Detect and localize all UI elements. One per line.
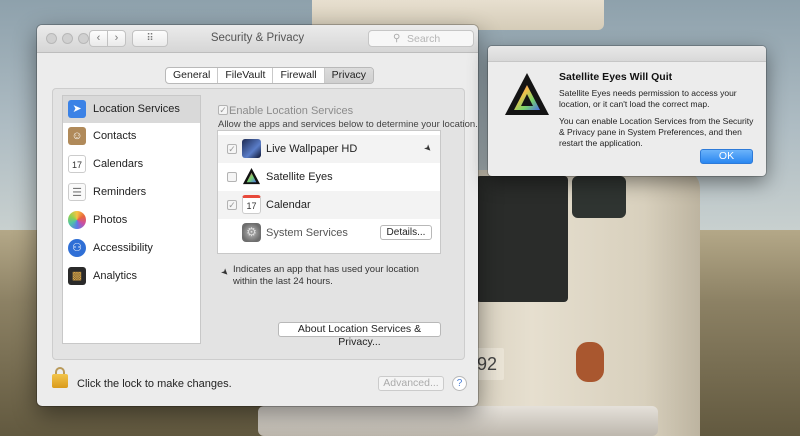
chevron-right-icon: › — [114, 32, 119, 44]
app-label: Satellite Eyes — [266, 171, 333, 183]
sidebar-item-label: Reminders — [93, 186, 147, 198]
van-tail-lamp — [576, 342, 604, 382]
app-label: Calendar — [266, 199, 311, 211]
satellite-eyes-alert: Satellite Eyes Will Quit Satellite Eyes … — [488, 46, 766, 176]
sidebar-item-contacts[interactable]: ☺ Contacts — [63, 123, 200, 150]
sidebar-item-label: Analytics — [93, 270, 138, 282]
recent-use-note: Indicates an app that has used your loca… — [233, 264, 419, 287]
sidebar-item-label: Contacts — [93, 130, 137, 142]
contacts-icon: ☺ — [68, 127, 86, 145]
search-icon: ⚲ — [393, 33, 401, 44]
ok-button[interactable]: OK — [700, 149, 753, 164]
sidebar-item-label: Photos — [93, 214, 128, 226]
app-row-live-wallpaper[interactable]: ✓ Live Wallpaper HD ➤ — [218, 135, 440, 163]
sidebar-item-photos[interactable]: Photos — [63, 207, 200, 234]
chevron-left-icon: ‹ — [96, 32, 101, 44]
zoom-button[interactable] — [78, 33, 89, 44]
van-bumper — [258, 406, 658, 436]
about-location-services-button[interactable]: About Location Services & Privacy... — [278, 322, 441, 348]
calendar-day: 17 — [246, 201, 257, 211]
alert-message: Satellite Eyes needs permission to acces… — [559, 88, 737, 109]
tab-firewall[interactable]: Firewall — [273, 68, 325, 83]
alert-title: Satellite Eyes Will Quit — [559, 71, 673, 83]
location-app-list: ✓ Live Wallpaper HD ➤ Satellite Eyes ✓ 1… — [217, 130, 441, 254]
sidebar-item-label: Location Services — [93, 103, 180, 115]
location-used-arrow-icon: ➤ — [421, 141, 435, 155]
tab-privacy[interactable]: Privacy — [324, 68, 374, 83]
tab-general[interactable]: General — [166, 68, 219, 83]
allow-apps-text: Allow the apps and services below to det… — [218, 119, 478, 130]
help-button[interactable]: ? — [452, 376, 467, 391]
enable-location-label: Enable Location Services — [229, 105, 354, 117]
calendar-icon: 17 — [242, 195, 261, 214]
enable-location-checkbox[interactable]: ✓ — [218, 104, 228, 116]
calendar-icon: 17 — [68, 155, 86, 173]
sidebar-item-label: Accessibility — [93, 242, 153, 254]
app-row-calendar[interactable]: ✓ 17 Calendar — [218, 191, 440, 219]
app-row-satellite-eyes[interactable]: Satellite Eyes — [218, 163, 440, 191]
grid-icon: ⠿ — [146, 33, 154, 44]
details-button[interactable]: Details... — [380, 225, 432, 240]
privacy-sidebar: ➤ Location Services ☺ Contacts 17 Calend… — [62, 95, 201, 344]
app-label: Live Wallpaper HD — [266, 143, 358, 155]
satellite-eyes-icon — [242, 167, 261, 185]
advanced-button[interactable]: Advanced... — [378, 376, 444, 391]
accessibility-icon: ⚇ — [68, 239, 86, 257]
van-window — [572, 176, 626, 218]
alert-informative-text: You can enable Location Services from th… — [559, 116, 754, 148]
tab-bar: General FileVault Firewall Privacy — [165, 67, 375, 84]
satellite-eyes-icon — [505, 73, 549, 115]
search-input[interactable] — [407, 31, 469, 46]
sidebar-item-calendars[interactable]: 17 Calendars — [63, 151, 200, 178]
photos-icon — [68, 211, 86, 229]
sidebar-item-analytics[interactable]: ▩ Analytics — [63, 263, 200, 290]
app-label: System Services — [266, 227, 348, 239]
security-privacy-window: ‹ › ⠿ Security & Privacy ⚲ General FileV… — [37, 25, 478, 406]
app-checkbox[interactable]: ✓ — [227, 144, 237, 154]
sidebar-item-label: Calendars — [93, 158, 144, 170]
calendar-day: 17 — [71, 160, 82, 170]
van-door — [476, 176, 568, 302]
show-all-button[interactable]: ⠿ — [132, 30, 168, 47]
app-checkbox[interactable] — [227, 172, 237, 182]
sidebar-item-accessibility[interactable]: ⚇ Accessibility — [63, 235, 200, 262]
checkbox: ✓ — [218, 105, 228, 116]
minimize-button[interactable] — [62, 33, 73, 44]
back-button[interactable]: ‹ — [89, 30, 108, 47]
sidebar-item-location-services[interactable]: ➤ Location Services — [63, 96, 200, 123]
live-wallpaper-icon — [242, 139, 261, 158]
search-field[interactable]: ⚲ — [368, 30, 474, 47]
location-arrow-icon: ➤ — [68, 100, 86, 118]
forward-button[interactable]: › — [107, 30, 126, 47]
reminders-icon: ☰ — [68, 183, 86, 201]
titlebar: ‹ › ⠿ Security & Privacy ⚲ — [37, 25, 478, 53]
app-checkbox[interactable]: ✓ — [227, 200, 237, 210]
sidebar-item-reminders[interactable]: ☰ Reminders — [63, 179, 200, 206]
alert-titlebar — [488, 46, 766, 62]
lock-icon[interactable] — [52, 374, 68, 388]
lock-text: Click the lock to make changes. — [77, 378, 232, 390]
close-button[interactable] — [46, 33, 57, 44]
analytics-icon: ▩ — [68, 267, 86, 285]
gear-icon: ⚙ — [242, 223, 261, 242]
window-title: Security & Privacy — [210, 32, 305, 44]
tab-filevault[interactable]: FileVault — [218, 68, 274, 83]
app-row-system-services: ⚙ System Services Details... — [218, 219, 440, 247]
